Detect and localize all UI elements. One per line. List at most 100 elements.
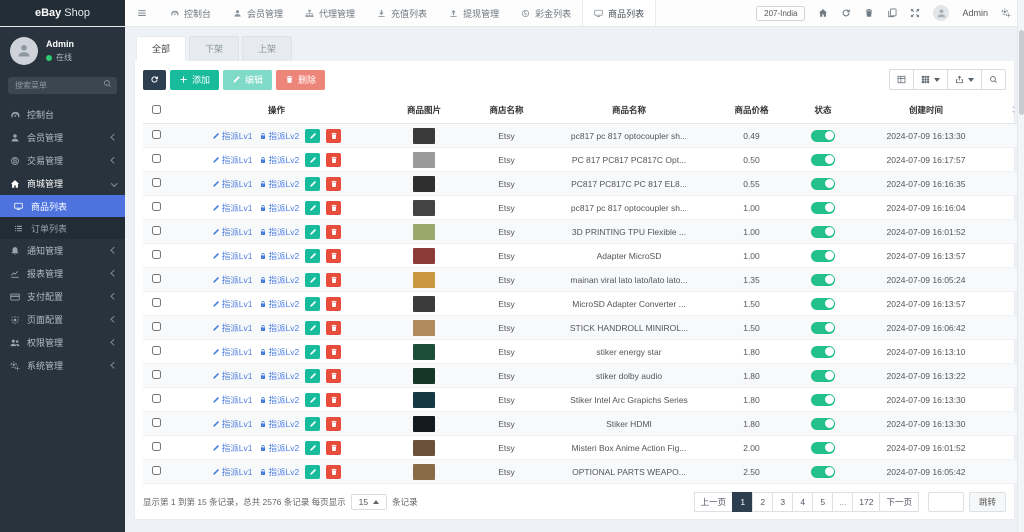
delete-row-button[interactable]: [326, 393, 341, 407]
delete-row-button[interactable]: [326, 297, 341, 311]
nav-item-4[interactable]: 提现管理: [438, 0, 510, 26]
assign-lv1-link[interactable]: 指派Lv1: [212, 394, 253, 406]
row-checkbox[interactable]: [152, 178, 161, 187]
assign-lv1-link[interactable]: 指派Lv1: [212, 442, 253, 454]
trash-icon[interactable]: [864, 8, 874, 18]
nav-item-2[interactable]: 代理管理: [294, 0, 366, 26]
edit-row-button[interactable]: [305, 465, 320, 479]
assign-lv1-link[interactable]: 指派Lv1: [212, 154, 253, 166]
sidebar-subitem-1[interactable]: 订单列表: [0, 217, 125, 239]
delete-row-button[interactable]: [326, 345, 341, 359]
sidebar-item-2[interactable]: 交易管理: [0, 149, 125, 172]
row-checkbox[interactable]: [152, 370, 161, 379]
columns-dropdown-button[interactable]: [913, 69, 948, 90]
delete-row-button[interactable]: [326, 369, 341, 383]
nav-item-6[interactable]: 商品列表: [582, 0, 656, 26]
product-thumbnail[interactable]: [413, 248, 435, 264]
status-toggle[interactable]: [811, 274, 835, 286]
copy-icon[interactable]: [887, 8, 897, 18]
edit-row-button[interactable]: [305, 369, 320, 383]
status-toggle[interactable]: [811, 250, 835, 262]
page-1-button[interactable]: 1: [732, 492, 753, 512]
edit-row-button[interactable]: [305, 273, 320, 287]
assign-lv2-link[interactable]: 指派Lv2: [259, 298, 300, 310]
nav-item-3[interactable]: 充值列表: [366, 0, 438, 26]
nav-item-0[interactable]: 控制台: [159, 0, 222, 26]
page-4-button[interactable]: 4: [792, 492, 813, 512]
sidebar-subitem-0[interactable]: 商品列表: [0, 195, 125, 217]
status-toggle[interactable]: [811, 298, 835, 310]
edit-row-button[interactable]: [305, 321, 320, 335]
vertical-scrollbar[interactable]: [1017, 0, 1024, 532]
delete-row-button[interactable]: [326, 273, 341, 287]
sidebar-item-0[interactable]: 控制台: [0, 103, 125, 126]
page-size-select[interactable]: 15: [351, 494, 387, 510]
page-5-button[interactable]: 5: [812, 492, 833, 512]
product-thumbnail[interactable]: [413, 200, 435, 216]
sidebar-item-1[interactable]: 会员管理: [0, 126, 125, 149]
add-button[interactable]: 添加: [170, 70, 219, 90]
edit-row-button[interactable]: [305, 129, 320, 143]
export-dropdown-button[interactable]: [947, 69, 982, 90]
edit-button[interactable]: 编辑: [223, 70, 272, 90]
sidebar-toggle-icon[interactable]: [125, 0, 159, 26]
delete-row-button[interactable]: [326, 177, 341, 191]
select-all-checkbox[interactable]: [152, 105, 161, 114]
product-thumbnail[interactable]: [413, 224, 435, 240]
delete-row-button[interactable]: [326, 417, 341, 431]
jump-page-input[interactable]: [928, 492, 964, 512]
assign-lv2-link[interactable]: 指派Lv2: [259, 370, 300, 382]
tab-all[interactable]: 全部: [136, 36, 186, 61]
assign-lv2-link[interactable]: 指派Lv2: [259, 442, 300, 454]
delete-row-button[interactable]: [326, 153, 341, 167]
assign-lv2-link[interactable]: 指派Lv2: [259, 130, 300, 142]
row-checkbox[interactable]: [152, 346, 161, 355]
page-172-button[interactable]: 172: [852, 492, 880, 512]
avatar[interactable]: [933, 5, 949, 21]
assign-lv1-link[interactable]: 指派Lv1: [212, 178, 253, 190]
row-checkbox[interactable]: [152, 322, 161, 331]
product-thumbnail[interactable]: [413, 416, 435, 432]
sidebar-item-6[interactable]: 支付配置: [0, 285, 125, 308]
status-toggle[interactable]: [811, 418, 835, 430]
assign-lv1-link[interactable]: 指派Lv1: [212, 466, 253, 478]
region-badge[interactable]: 207-India: [756, 6, 805, 21]
assign-lv2-link[interactable]: 指派Lv2: [259, 226, 300, 238]
assign-lv2-link[interactable]: 指派Lv2: [259, 274, 300, 286]
edit-row-button[interactable]: [305, 393, 320, 407]
tab-off-shelf[interactable]: 下架: [189, 36, 239, 61]
status-toggle[interactable]: [811, 346, 835, 358]
status-toggle[interactable]: [811, 466, 835, 478]
row-checkbox[interactable]: [152, 394, 161, 403]
status-toggle[interactable]: [811, 322, 835, 334]
product-thumbnail[interactable]: [413, 368, 435, 384]
row-checkbox[interactable]: [152, 250, 161, 259]
assign-lv1-link[interactable]: 指派Lv1: [212, 370, 253, 382]
row-checkbox[interactable]: [152, 442, 161, 451]
product-thumbnail[interactable]: [413, 464, 435, 480]
product-thumbnail[interactable]: [413, 296, 435, 312]
product-thumbnail[interactable]: [413, 272, 435, 288]
assign-lv1-link[interactable]: 指派Lv1: [212, 226, 253, 238]
product-thumbnail[interactable]: [413, 152, 435, 168]
assign-lv2-link[interactable]: 指派Lv2: [259, 394, 300, 406]
row-checkbox[interactable]: [152, 226, 161, 235]
status-toggle[interactable]: [811, 130, 835, 142]
page-3-button[interactable]: 3: [772, 492, 793, 512]
delete-row-button[interactable]: [326, 249, 341, 263]
assign-lv2-link[interactable]: 指派Lv2: [259, 202, 300, 214]
nav-item-5[interactable]: 彩金列表: [510, 0, 582, 26]
sidebar-item-7[interactable]: 页面配置: [0, 308, 125, 331]
edit-row-button[interactable]: [305, 201, 320, 215]
edit-row-button[interactable]: [305, 249, 320, 263]
assign-lv1-link[interactable]: 指派Lv1: [212, 418, 253, 430]
edit-row-button[interactable]: [305, 345, 320, 359]
search-icon[interactable]: [103, 79, 112, 88]
row-checkbox[interactable]: [152, 298, 161, 307]
row-checkbox[interactable]: [152, 130, 161, 139]
sidebar-search-input[interactable]: [8, 77, 117, 94]
tab-on-shelf[interactable]: 上架: [242, 36, 292, 61]
delete-row-button[interactable]: [326, 225, 341, 239]
status-toggle[interactable]: [811, 442, 835, 454]
assign-lv1-link[interactable]: 指派Lv1: [212, 298, 253, 310]
